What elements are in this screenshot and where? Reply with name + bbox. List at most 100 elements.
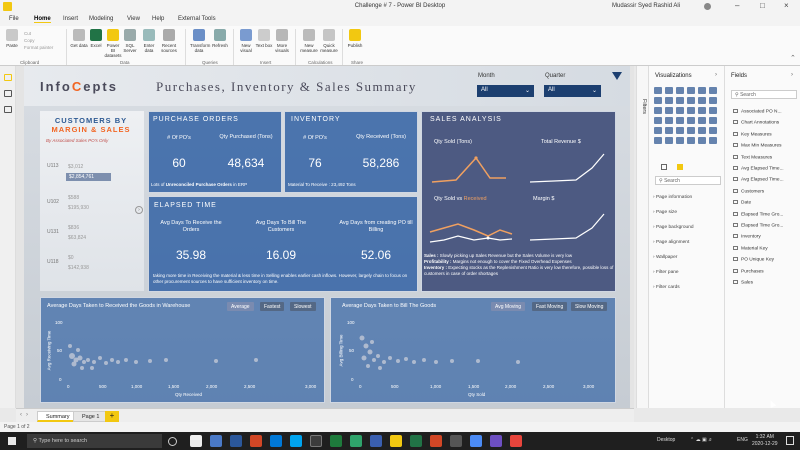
app-icon[interactable] — [350, 435, 362, 447]
format-page-background[interactable]: › Page background — [653, 225, 694, 230]
visual-type-icon[interactable] — [654, 127, 662, 134]
visual-type-icon[interactable] — [709, 87, 717, 94]
field-table-item[interactable]: Inventory — [733, 234, 761, 240]
visual-type-icon[interactable] — [665, 97, 673, 104]
field-table-item[interactable]: Customers — [733, 188, 764, 194]
avg-moving-toggle[interactable]: Avg Moving — [491, 302, 526, 311]
clear-filter-icon[interactable] — [612, 72, 622, 80]
publish-button[interactable]: Publish — [346, 29, 364, 48]
fastest-toggle[interactable]: Fastest — [260, 302, 285, 311]
app-icon[interactable] — [450, 435, 462, 447]
receiving-scatter-plot[interactable] — [66, 318, 321, 382]
app-icon[interactable] — [490, 435, 502, 447]
customer-row[interactable]: U102 — [47, 199, 59, 205]
app-icon[interactable] — [370, 435, 382, 447]
app-icon[interactable] — [270, 435, 282, 447]
fast-moving-toggle[interactable]: Fast Moving — [532, 302, 568, 311]
visual-type-icon[interactable] — [709, 107, 717, 114]
visual-type-icon[interactable] — [654, 137, 662, 144]
qty-sold-vs-received-chart[interactable] — [428, 206, 514, 248]
refresh-button[interactable]: Refresh — [211, 29, 229, 48]
visual-type-icon[interactable] — [687, 97, 695, 104]
field-table-item[interactable]: Text Measures — [733, 154, 772, 160]
add-page-button[interactable]: + — [105, 411, 119, 422]
format-tab-icon[interactable] — [677, 164, 683, 170]
format-wallpaper[interactable]: › Wallpaper — [653, 255, 677, 260]
collapse-ribbon-icon[interactable]: ⌃ — [790, 54, 796, 62]
new-measure-button[interactable]: New measure — [300, 29, 318, 53]
get-data-button[interactable]: Get data — [70, 29, 88, 48]
field-table-item[interactable]: Key Measures — [733, 131, 772, 137]
field-table-item[interactable]: Avg Elapsed Time... — [733, 166, 784, 171]
menu-file[interactable]: File — [9, 16, 19, 22]
format-page-alignment[interactable]: › Page alignment — [653, 240, 689, 245]
quarter-slicer[interactable]: All ⌄ — [544, 85, 601, 97]
fields-tab-icon[interactable] — [661, 164, 667, 170]
visual-type-icon[interactable] — [676, 137, 684, 144]
model-view-icon[interactable] — [4, 106, 12, 113]
month-slicer[interactable]: All ⌄ — [477, 85, 534, 97]
visual-type-icon[interactable] — [687, 87, 695, 94]
field-table-item[interactable]: Sales — [733, 280, 753, 285]
minimize-icon[interactable]: – — [735, 1, 739, 10]
app-icon[interactable] — [210, 435, 222, 447]
total-revenue-sparkline[interactable] — [526, 148, 608, 190]
visual-type-icon[interactable] — [654, 97, 662, 104]
format-painter-button[interactable]: Format painter — [24, 44, 53, 51]
data-view-icon[interactable] — [4, 90, 12, 97]
app-icon[interactable] — [250, 435, 262, 447]
next-page-icon[interactable]: › — [135, 206, 143, 214]
menu-external-tools[interactable]: External Tools — [178, 16, 216, 22]
average-toggle[interactable]: Average — [227, 302, 254, 311]
menu-insert[interactable]: Insert — [63, 16, 78, 22]
menu-help[interactable]: Help — [152, 16, 164, 22]
maximize-icon[interactable]: □ — [760, 1, 765, 10]
app-icon[interactable] — [470, 435, 482, 447]
field-table-item[interactable]: Material Key — [733, 245, 768, 251]
collapse-icon[interactable]: › — [791, 72, 793, 78]
field-table-item[interactable]: Purchases — [733, 268, 764, 274]
visual-type-icon[interactable] — [709, 97, 717, 104]
new-visual-button[interactable]: New visual — [237, 29, 255, 53]
powerbi-datasets-button[interactable]: Power BI datasets — [104, 29, 122, 58]
slowest-toggle[interactable]: Slowest — [290, 302, 316, 311]
sql-server-button[interactable]: SQL Server — [121, 29, 139, 53]
clock[interactable]: 1:32 AM 2020-12-29 — [752, 434, 778, 448]
visual-type-icon[interactable] — [676, 127, 684, 134]
filters-pane-collapsed[interactable]: Filters — [636, 66, 648, 408]
copy-button[interactable]: Copy — [24, 37, 53, 44]
visual-type-icon[interactable] — [709, 127, 717, 134]
visual-type-icon[interactable] — [654, 117, 662, 124]
customer-row[interactable]: U118 — [47, 259, 59, 265]
visual-type-icon[interactable] — [665, 107, 673, 114]
margin-sparkline[interactable] — [526, 206, 608, 248]
tray-icons[interactable]: ⌃ ☁ ▣ ♬ — [690, 437, 713, 443]
notifications-icon[interactable] — [786, 436, 794, 445]
app-icon[interactable] — [190, 435, 202, 447]
visual-type-icon[interactable] — [676, 97, 684, 104]
visual-type-icon[interactable] — [698, 117, 706, 124]
visual-type-icon[interactable] — [687, 107, 695, 114]
more-visuals-button[interactable]: More visuals — [273, 29, 291, 53]
app-icon[interactable] — [230, 435, 242, 447]
visual-type-icon[interactable] — [687, 127, 695, 134]
customer-row[interactable]: U113 — [47, 163, 59, 169]
fields-search-input[interactable]: ⚲ Search — [731, 90, 797, 99]
menu-view[interactable]: View — [127, 16, 140, 22]
field-table-item[interactable]: Max Min Measures — [733, 143, 782, 148]
visual-type-icon[interactable] — [676, 107, 684, 114]
app-icon[interactable] — [430, 435, 442, 447]
viz-search-input[interactable]: ⚲ Search — [655, 176, 721, 185]
desktop-toolbar[interactable]: Desktop — [657, 437, 675, 443]
user-avatar[interactable] — [704, 3, 711, 10]
visual-type-icon[interactable] — [698, 107, 706, 114]
visual-type-icon[interactable] — [665, 137, 673, 144]
text-box-button[interactable]: Text box — [255, 29, 273, 48]
field-table-item[interactable]: Chart Annotations — [733, 120, 779, 126]
cut-button[interactable]: Cut — [24, 30, 53, 37]
language-indicator[interactable]: ENG — [737, 437, 748, 443]
visual-type-icon[interactable] — [698, 97, 706, 104]
windows-start-icon[interactable] — [8, 437, 16, 445]
paste-button[interactable]: Paste — [3, 29, 21, 48]
taskbar-search-box[interactable]: ⚲ Type here to search — [27, 434, 162, 448]
